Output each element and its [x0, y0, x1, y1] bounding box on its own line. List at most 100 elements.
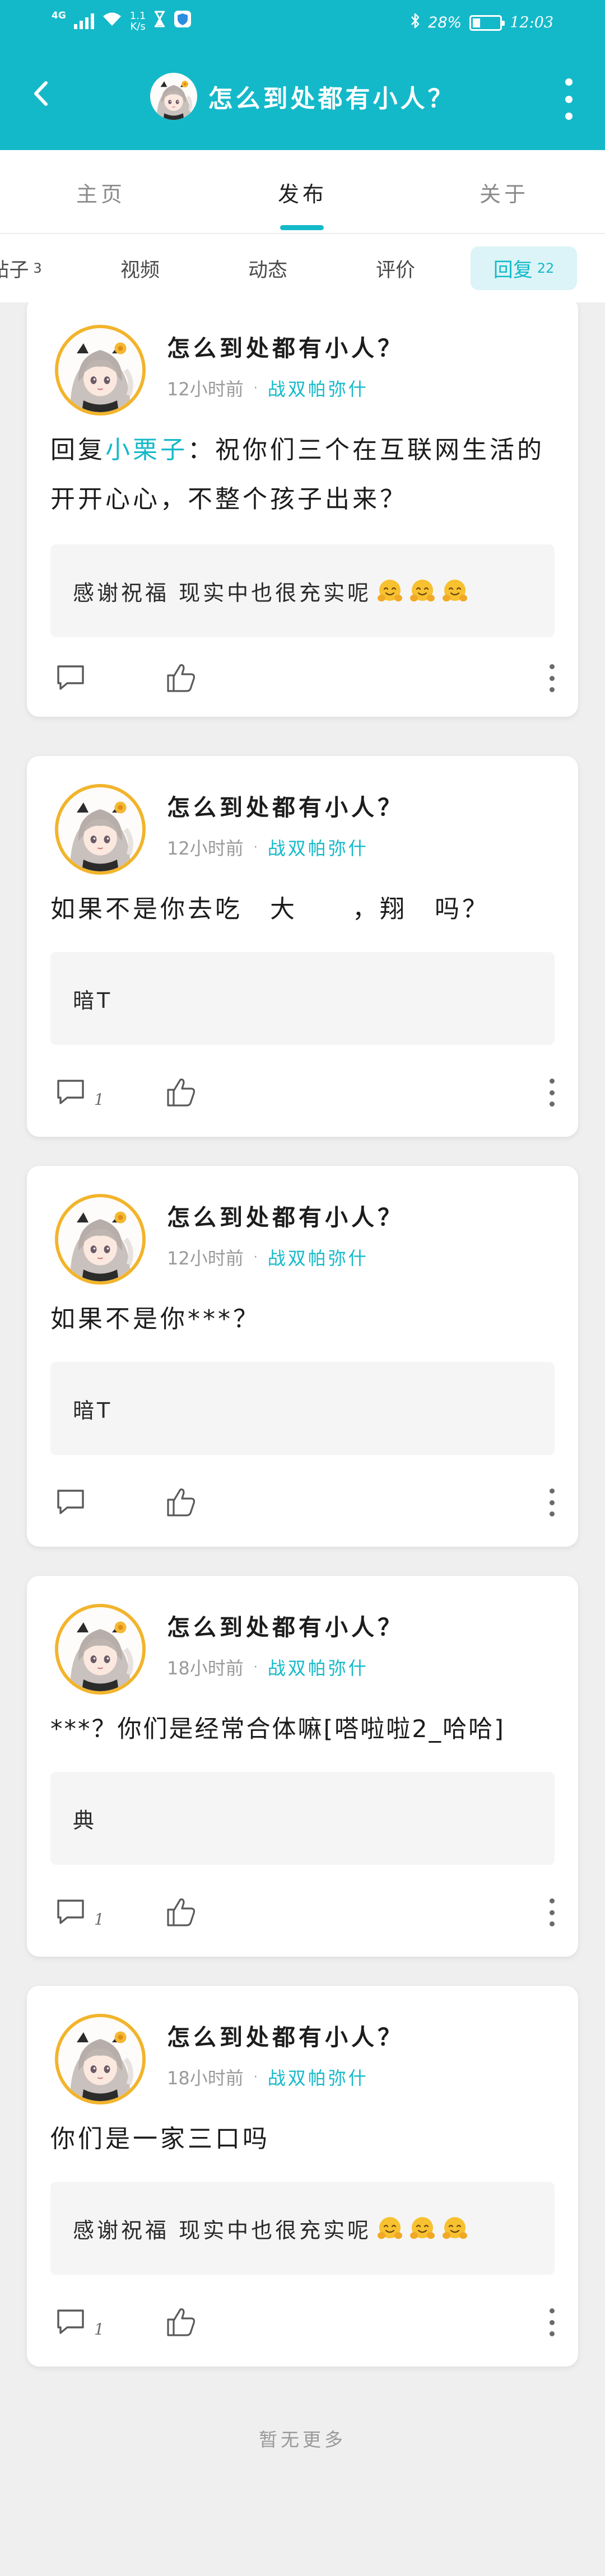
like-button[interactable]	[164, 1895, 197, 1931]
like-button[interactable]	[164, 1485, 197, 1521]
quoted-comment[interactable]: 感谢祝福 现实中也很充实呢	[50, 544, 555, 637]
meta-separator: ·	[253, 381, 258, 395]
game-tag[interactable]: 战双帕弥什	[268, 375, 369, 401]
back-button[interactable]	[22, 74, 62, 113]
meta-separator: ·	[253, 2070, 258, 2084]
bluetooth-icon	[410, 12, 420, 33]
card-actions: 1	[27, 2299, 578, 2344]
subtab-count: 3	[33, 260, 42, 276]
reply-card[interactable]: 怎么到处都有小人？ 18小时前 · 战双帕弥什 你们是一家三口吗 感谢祝福 现实…	[27, 1986, 578, 2367]
avatar[interactable]	[55, 1194, 146, 1285]
subtab-reviews[interactable]: 评价	[362, 246, 429, 290]
mention-link[interactable]: 小栗子	[105, 436, 188, 464]
post-meta: 12小时前 · 战双帕弥什	[167, 1244, 369, 1270]
subtab-moments[interactable]: 动态	[234, 246, 301, 290]
subtab-label: 帖子	[0, 259, 29, 282]
active-tab-indicator	[280, 225, 324, 230]
quoted-comment[interactable]: 暗T	[50, 1362, 555, 1455]
comment-icon	[55, 663, 86, 694]
author-name[interactable]: 怎么到处都有小人？	[167, 1198, 404, 1232]
card-more-button[interactable]	[548, 1488, 556, 1516]
tab-publish[interactable]: 发布	[202, 150, 403, 234]
hug-emoji-icon	[441, 577, 469, 605]
card-more-button[interactable]	[548, 2308, 556, 2336]
comment-icon	[55, 1487, 86, 1519]
author-name[interactable]: 怎么到处都有小人？	[167, 788, 404, 822]
subtab-posts[interactable]: 帖子3	[0, 246, 56, 290]
avatar-illustration	[58, 2017, 142, 2101]
thumbs-up-icon	[167, 1079, 196, 1107]
reply-card[interactable]: 怎么到处都有小人？ 12小时前 · 战双帕弥什 如果不是你去吃 大 ，翔 吗？ …	[27, 756, 578, 1137]
card-actions: 1	[27, 1889, 578, 1934]
shield-app-icon	[174, 10, 192, 32]
comment-count: 1	[94, 1910, 104, 1929]
quoted-comment[interactable]: 典	[50, 1772, 555, 1865]
game-tag[interactable]: 战双帕弥什	[268, 834, 369, 860]
avatar[interactable]	[55, 784, 146, 875]
reply-prefix: 回复	[50, 436, 105, 464]
card-more-button[interactable]	[548, 1898, 556, 1926]
comment-count: 1	[94, 1090, 104, 1109]
hug-emoji-icon	[408, 577, 436, 605]
avatar[interactable]	[55, 2014, 146, 2104]
like-button[interactable]	[164, 1075, 197, 1111]
tab-about[interactable]: 关于	[403, 150, 605, 234]
card-more-button[interactable]	[548, 1079, 556, 1107]
more-vertical-icon	[565, 78, 573, 86]
post-meta: 12小时前 · 战双帕弥什	[167, 375, 369, 401]
like-button[interactable]	[164, 2305, 197, 2341]
sub-tabs: 帖子3 视频 动态 评价 回复22	[0, 234, 605, 302]
avatar[interactable]	[55, 1604, 146, 1695]
more-vertical-icon	[549, 1488, 555, 1494]
avatar-illustration	[58, 1607, 142, 1691]
author-name[interactable]: 怎么到处都有小人？	[167, 1608, 404, 1642]
card-actions	[27, 655, 578, 700]
author-name[interactable]: 怎么到处都有小人？	[167, 329, 404, 363]
comment-button[interactable]	[55, 1487, 94, 1519]
subtab-label: 评价	[375, 259, 415, 282]
game-tag[interactable]: 战双帕弥什	[268, 2064, 369, 2090]
card-more-button[interactable]	[548, 664, 556, 692]
comment-count: 1	[94, 2320, 104, 2339]
quoted-comment[interactable]: 感谢祝福 现实中也很充实呢	[50, 2182, 555, 2275]
comment-icon	[55, 2307, 86, 2339]
reply-card[interactable]: 怎么到处都有小人？ 12小时前 · 战双帕弥什 回复小栗子：祝你们三个在互联网生…	[27, 302, 578, 717]
app-root: 4G 1.1 K/s 28% 12:03 怎么到处都有小人？ 主页 发布 关于 …	[0, 0, 605, 2576]
hug-emoji-icon	[376, 2214, 404, 2242]
post-time: 18小时前	[167, 2068, 244, 2089]
thumbs-up-icon	[167, 1488, 196, 1516]
comment-button[interactable]: 1	[55, 1897, 104, 1929]
status-bar: 4G 1.1 K/s 28% 12:03	[0, 0, 605, 45]
hourglass-icon	[153, 11, 166, 31]
like-button[interactable]	[164, 661, 197, 697]
status-right: 28% 12:03	[410, 12, 553, 33]
title-avatar	[150, 73, 197, 120]
comment-button[interactable]	[55, 663, 94, 694]
avatar[interactable]	[55, 325, 146, 416]
main-tabs: 主页 发布 关于	[0, 150, 605, 234]
thumbs-up-icon	[167, 664, 196, 692]
network-type-label: 4G	[52, 10, 66, 21]
thumbs-up-icon	[167, 1898, 196, 1926]
quoted-text: 典	[73, 1808, 97, 1833]
hug-emoji-icon	[441, 2214, 469, 2242]
subtab-label: 动态	[248, 259, 287, 282]
comment-button[interactable]: 1	[55, 2307, 104, 2339]
meta-separator: ·	[253, 840, 258, 855]
more-options-button[interactable]	[560, 78, 577, 120]
reply-content: ***？你们是经常合体嘛[嗒啦啦2_哈哈]	[50, 1715, 505, 1743]
comment-button[interactable]: 1	[55, 1077, 104, 1109]
author-name[interactable]: 怎么到处都有小人？	[167, 2018, 404, 2052]
reply-card[interactable]: 怎么到处都有小人？ 18小时前 · 战双帕弥什 ***？你们是经常合体嘛[嗒啦啦…	[27, 1576, 578, 1957]
battery-icon	[469, 15, 505, 31]
subtab-replies[interactable]: 回复 22	[471, 246, 577, 290]
game-tag[interactable]: 战双帕弥什	[268, 1654, 369, 1680]
subtab-videos[interactable]: 视频	[106, 246, 174, 290]
tab-home[interactable]: 主页	[0, 150, 202, 234]
game-tag[interactable]: 战双帕弥什	[268, 1244, 369, 1270]
more-vertical-icon	[549, 2308, 555, 2313]
reply-card[interactable]: 怎么到处都有小人？ 12小时前 · 战双帕弥什 如果不是你***？ 暗T	[27, 1166, 578, 1547]
quoted-comment[interactable]: 暗T	[50, 952, 555, 1045]
subtab-label: 视频	[120, 259, 160, 282]
meta-separator: ·	[253, 1660, 258, 1674]
